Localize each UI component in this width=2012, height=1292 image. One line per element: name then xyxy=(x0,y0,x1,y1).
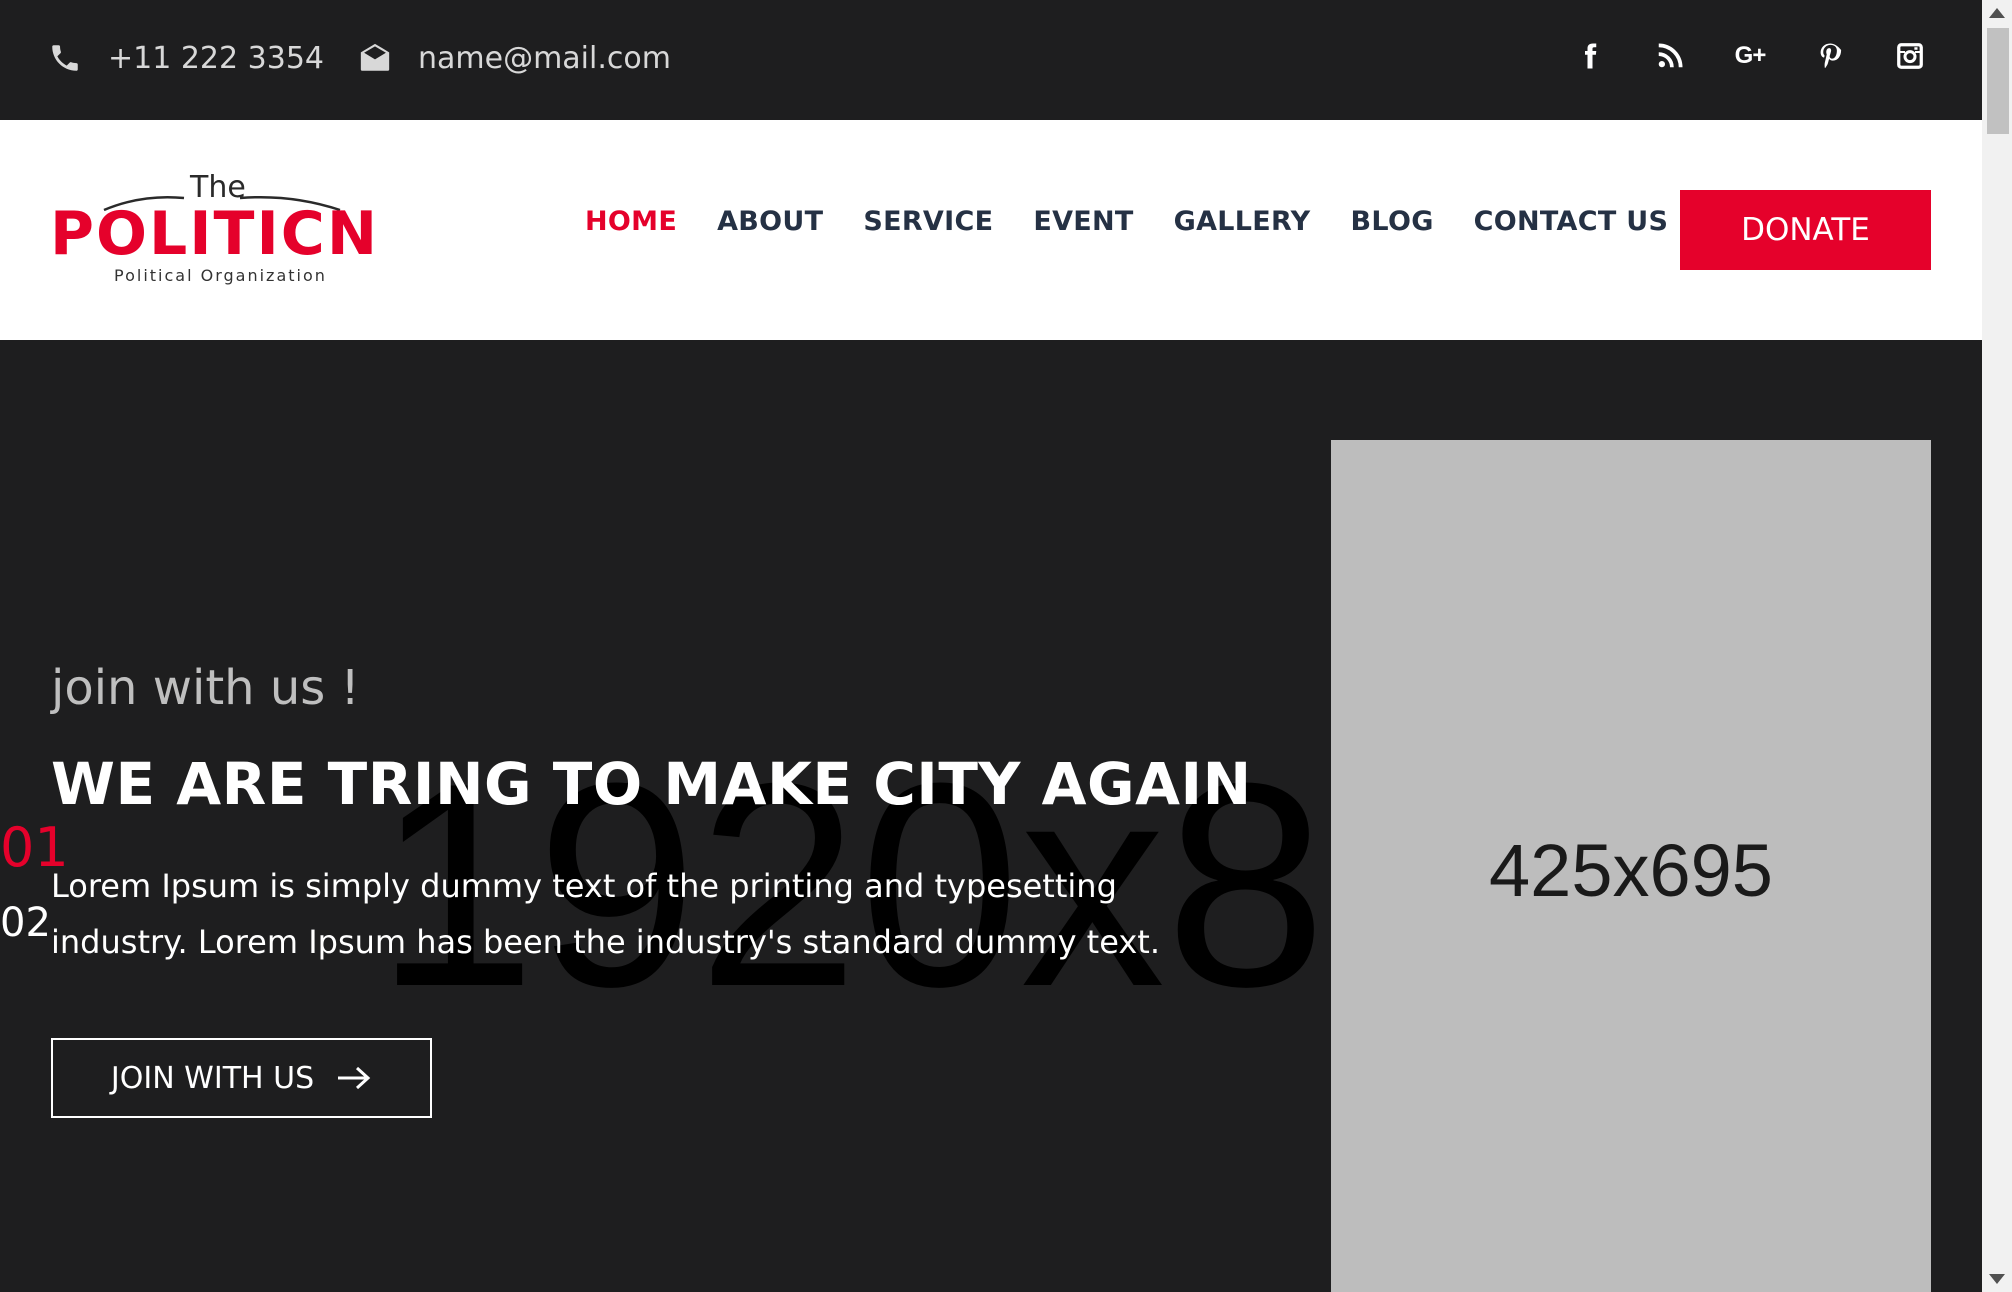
page: +11 222 3354 name@mail.com G+ The POLITI… xyxy=(0,0,1982,1292)
hero-kicker: join with us ! xyxy=(51,660,360,716)
vertical-scrollbar[interactable] xyxy=(1982,0,2012,1292)
envelope-open-icon xyxy=(360,43,390,71)
site-logo[interactable]: The POLITICN Political Organization xyxy=(48,166,398,296)
nav-item-home[interactable]: HOME xyxy=(585,206,677,237)
google-plus-icon[interactable]: G+ xyxy=(1732,32,1768,80)
site-header: The POLITICN Political Organization HOME… xyxy=(0,120,1982,340)
social-links: G+ xyxy=(1572,32,1928,80)
logo-wordmark: POLITICN xyxy=(50,199,380,269)
phone-number: +11 222 3354 xyxy=(108,40,324,76)
donate-button[interactable]: DONATE xyxy=(1680,190,1931,270)
scroll-up-arrow-icon[interactable] xyxy=(1989,8,2005,18)
slide-indicator-02[interactable]: 02 xyxy=(0,900,51,946)
top-bar: +11 222 3354 name@mail.com G+ xyxy=(0,0,1982,120)
nav-item-contact-us[interactable]: CONTACT US xyxy=(1474,206,1669,237)
hero-image-placeholder: 425x695 xyxy=(1331,440,1931,1292)
hero-slider: 1920x84 join with us ! WE ARE TRING TO M… xyxy=(0,340,1982,1292)
phone-icon xyxy=(52,45,78,71)
hero-description: Lorem Ipsum is simply dummy text of the … xyxy=(51,867,1160,961)
nav-item-gallery[interactable]: GALLERY xyxy=(1174,206,1311,237)
slide-indicator-01[interactable]: 01 xyxy=(0,816,69,879)
nav-item-about[interactable]: ABOUT xyxy=(717,206,823,237)
email-address: name@mail.com xyxy=(418,40,671,76)
join-with-us-button[interactable]: JOIN WITH US xyxy=(51,1038,432,1118)
rss-icon[interactable] xyxy=(1652,32,1688,80)
instagram-icon[interactable] xyxy=(1892,32,1928,80)
facebook-icon[interactable] xyxy=(1572,32,1608,80)
main-navigation: HOME ABOUT SERVICE EVENT GALLERY BLOG CO… xyxy=(585,206,1668,237)
logo-tagline: Political Organization xyxy=(114,266,327,285)
phone-contact[interactable]: +11 222 3354 xyxy=(48,34,324,82)
scrollbar-thumb[interactable] xyxy=(1987,28,2009,134)
hero-headline: WE ARE TRING TO MAKE CITY AGAIN xyxy=(51,750,1252,818)
scroll-down-arrow-icon[interactable] xyxy=(1989,1274,2005,1284)
join-with-us-label: JOIN WITH US xyxy=(110,1060,315,1096)
arrow-right-icon xyxy=(338,1066,371,1090)
nav-item-blog[interactable]: BLOG xyxy=(1351,206,1434,237)
pinterest-icon[interactable] xyxy=(1812,32,1848,80)
nav-item-event[interactable]: EVENT xyxy=(1033,206,1133,237)
image-placeholder-label: 425x695 xyxy=(1489,828,1773,912)
nav-item-service[interactable]: SERVICE xyxy=(863,206,993,237)
email-contact[interactable]: name@mail.com xyxy=(358,34,671,82)
